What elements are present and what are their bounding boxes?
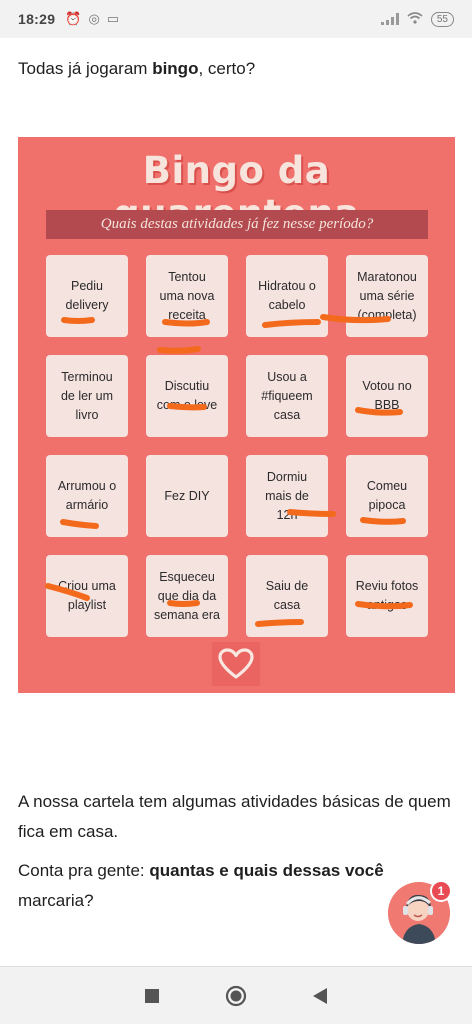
bingo-cell: Arrumou o armário <box>46 455 128 537</box>
recent-apps-button[interactable] <box>140 984 164 1008</box>
bingo-cell: Reviu fotos antigas <box>346 555 428 637</box>
intro-text: Todas já jogaram bingo, certo? <box>18 54 458 84</box>
bingo-cell: Discutiu com o love <box>146 355 228 437</box>
bingo-grid: Pediu delivery Tentou uma nova receita H… <box>46 255 428 637</box>
bingo-cell: Fez DIY <box>146 455 228 537</box>
wifi-icon <box>407 11 423 27</box>
back-button[interactable] <box>308 984 332 1008</box>
question-text-start: Conta pra gente: <box>18 861 150 880</box>
alarm-off-icon: ⏰ <box>65 11 82 26</box>
bingo-card-image[interactable]: Bingo da quarentena Quais destas ativida… <box>18 137 455 693</box>
notification-icons: ⏰ ◎ ▭ <box>65 11 119 27</box>
notification-badge: 1 <box>430 880 452 902</box>
question-text-end: marcaria? <box>18 891 94 910</box>
status-time: 18:29 <box>18 11 56 27</box>
bingo-cell: Terminou de ler um livro <box>46 355 128 437</box>
bingo-cell: Dormiu mais de 12h <box>246 455 328 537</box>
intro-text-end: , certo? <box>198 59 256 78</box>
body-paragraph: A nossa cartela tem algumas atividades b… <box>18 792 451 841</box>
battery-indicator: 55 <box>430 11 454 27</box>
intro-text-bold: bingo <box>152 59 199 78</box>
bingo-cell: Comeu pipoca <box>346 455 428 537</box>
bingo-cell: Votou no BBB <box>346 355 428 437</box>
navigation-bar <box>0 966 472 1024</box>
screen-icon: ▭ <box>106 11 120 26</box>
bingo-cell: Saiu de casa <box>246 555 328 637</box>
intro-text-start: Todas já jogaram <box>18 59 153 78</box>
question-text-bold: quantas e quais dessas você <box>149 861 384 880</box>
status-bar: 18:29 ⏰ ◎ ▭ 55 <box>0 0 472 38</box>
bingo-cell: Esqueceu que dia da semana era <box>146 555 228 637</box>
bingo-cell: Maratonou uma série (completa) <box>346 255 428 337</box>
home-button[interactable] <box>224 984 248 1008</box>
bingo-cell: Hidratou o cabelo <box>246 255 328 337</box>
bingo-cell: Usou a #fiqueem casa <box>246 355 328 437</box>
bingo-cell: Pediu delivery <box>46 255 128 337</box>
bingo-cell: Tentou uma nova receita <box>146 255 228 337</box>
whatsapp-icon: ◎ <box>88 11 100 26</box>
heart-icon <box>212 642 260 686</box>
bingo-cell: Criou uma playlist <box>46 555 128 637</box>
signal-icon <box>380 13 399 25</box>
bingo-subtitle: Quais destas atividades já fez nesse per… <box>46 210 428 239</box>
